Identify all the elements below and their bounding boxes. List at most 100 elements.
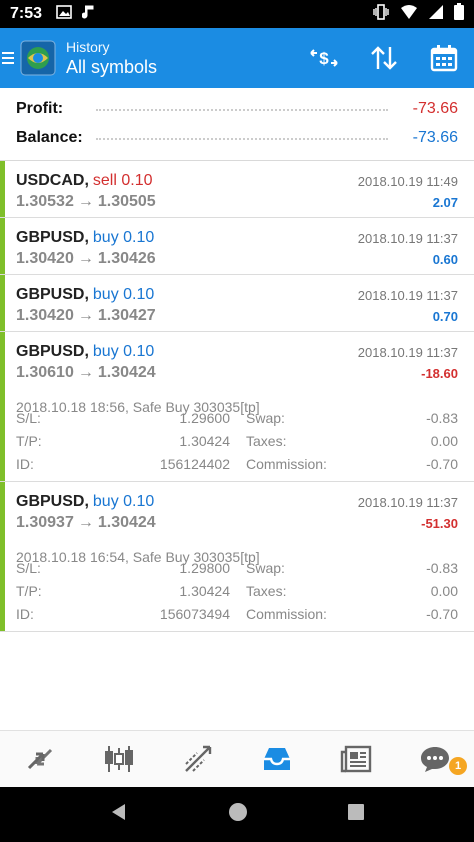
history-summary: Profit: -73.66 Balance: -73.66 xyxy=(0,88,474,160)
tp-value: 1.30424 xyxy=(179,433,230,449)
back-button[interactable] xyxy=(109,802,129,827)
deal-symbol: GBPUSD, xyxy=(16,493,89,510)
leader-dots xyxy=(96,109,388,111)
history-inbox-icon xyxy=(263,748,290,770)
close-price: 1.30424 xyxy=(97,364,156,381)
candlestick-chart-icon xyxy=(104,746,133,772)
nav-history[interactable] xyxy=(237,731,316,787)
nav-news[interactable] xyxy=(316,731,395,787)
sl-label: S/L: xyxy=(16,560,41,576)
app-bar: History All symbols $ xyxy=(0,28,474,88)
vibrate-icon xyxy=(372,3,390,25)
quotes-icon xyxy=(27,748,52,770)
open-price: 1.30532 xyxy=(16,193,74,210)
taxes-value: 0.00 xyxy=(430,433,458,449)
signal-icon xyxy=(428,4,444,25)
arrow-right-icon: → xyxy=(77,193,94,210)
arrow-right-icon: → xyxy=(77,364,94,381)
id-value: 156073494 xyxy=(159,606,230,622)
sort-arrows-icon xyxy=(371,46,397,70)
deal-row[interactable]: GBPUSD, buy 0.10 2018.10.19 11:37 1.30420… xyxy=(0,275,474,332)
sl-label: S/L: xyxy=(16,410,41,426)
nav-trade[interactable] xyxy=(158,731,237,787)
deal-time: 2018.10.19 11:49 xyxy=(357,174,458,189)
screen-title: History xyxy=(66,38,110,55)
profit-label: Profit: xyxy=(16,99,70,118)
music-notification-icon xyxy=(81,4,96,25)
swap-label: Swap: xyxy=(246,410,285,426)
calendar-icon xyxy=(430,45,458,72)
deal-side: buy 0.10 xyxy=(92,493,155,510)
deal-time: 2018.10.19 11:37 xyxy=(357,345,458,360)
deal-symbol: GBPUSD, xyxy=(16,343,89,360)
deal-profit: 2.07 xyxy=(432,195,458,210)
balance-row: Balance: -73.66 xyxy=(16,123,458,152)
id-label: ID: xyxy=(16,606,34,622)
arrow-right-icon: → xyxy=(77,250,94,267)
battery-icon xyxy=(454,3,464,25)
swap-label: Swap: xyxy=(246,560,285,576)
leader-dots xyxy=(96,138,388,140)
deal-marker xyxy=(0,275,5,331)
hamburger-icon xyxy=(2,52,14,64)
home-button[interactable] xyxy=(227,801,249,828)
deal-marker xyxy=(0,482,5,631)
taxes-value: 0.00 xyxy=(430,583,458,599)
open-price: 1.30937 xyxy=(16,514,74,531)
nav-quotes[interactable] xyxy=(0,731,79,787)
detail-row: S/L: 1.29600 Swap: -0.83 xyxy=(16,410,458,430)
tp-label: T/P: xyxy=(16,433,42,449)
deal-side: buy 0.10 xyxy=(92,229,155,246)
deal-row-expanded[interactable]: GBPUSD, buy 0.10 2018.10.19 11:37 1.30610… xyxy=(0,332,474,482)
detail-row: S/L: 1.29800 Swap: -0.83 xyxy=(16,560,458,580)
close-price: 1.30424 xyxy=(97,514,156,531)
deal-row-expanded[interactable]: GBPUSD, buy 0.10 2018.10.19 11:37 1.30937… xyxy=(0,482,474,632)
recents-button[interactable] xyxy=(347,803,365,826)
deal-row[interactable]: USDCAD, sell 0.10 2018.10.19 11:49 1.3053… xyxy=(0,161,474,218)
id-value: 156124402 xyxy=(159,456,230,472)
currency-sort-button[interactable]: $ xyxy=(294,28,354,88)
symbol-filter-label[interactable]: All symbols xyxy=(66,57,157,78)
wifi-icon xyxy=(400,4,418,25)
image-notification-icon xyxy=(56,4,72,25)
deal-side: buy 0.10 xyxy=(92,343,155,360)
deal-row[interactable]: GBPUSD, buy 0.10 2018.10.19 11:37 1.30420… xyxy=(0,218,474,275)
back-triangle-icon xyxy=(112,804,125,820)
profit-row: Profit: -73.66 xyxy=(16,94,458,123)
deal-symbol: GBPUSD, xyxy=(16,286,89,303)
commission-label: Commission: xyxy=(246,456,327,472)
nav-chat[interactable]: 1 xyxy=(395,731,474,787)
swap-value: -0.83 xyxy=(426,410,458,426)
trade-icon xyxy=(184,745,211,772)
id-label: ID: xyxy=(16,456,34,472)
nav-charts[interactable] xyxy=(79,731,158,787)
deal-marker xyxy=(0,161,5,217)
taxes-label: Taxes: xyxy=(246,433,287,449)
balance-value: -73.66 xyxy=(406,128,458,147)
deal-profit: 0.70 xyxy=(432,309,458,324)
arrow-right-icon: → xyxy=(77,514,94,531)
detail-row: T/P: 1.30424 Taxes: 0.00 xyxy=(16,433,458,453)
open-price: 1.30420 xyxy=(16,307,74,324)
calendar-button[interactable] xyxy=(414,28,474,88)
detail-row: ID: 156124402 Commission: -0.70 xyxy=(16,456,458,476)
news-icon xyxy=(340,745,371,773)
close-price: 1.30426 xyxy=(97,250,156,267)
deal-profit: -51.30 xyxy=(421,516,458,531)
dollar-arrows-icon: $ xyxy=(310,49,338,68)
tp-value: 1.30424 xyxy=(179,583,230,599)
recents-square-icon xyxy=(348,804,364,820)
taxes-label: Taxes: xyxy=(246,583,287,599)
app-logo xyxy=(20,40,56,76)
bottom-navigation: 1 xyxy=(0,730,474,787)
sort-button[interactable] xyxy=(354,28,414,88)
menu-button[interactable] xyxy=(2,28,16,88)
commission-label: Commission: xyxy=(246,606,327,622)
arrow-right-icon: → xyxy=(77,307,94,324)
profit-value: -73.66 xyxy=(406,99,458,118)
home-circle-icon xyxy=(229,803,247,821)
deal-symbol: USDCAD, xyxy=(16,172,89,189)
close-price: 1.30505 xyxy=(97,193,156,210)
commission-value: -0.70 xyxy=(426,606,458,622)
deal-time: 2018.10.19 11:37 xyxy=(357,495,458,510)
